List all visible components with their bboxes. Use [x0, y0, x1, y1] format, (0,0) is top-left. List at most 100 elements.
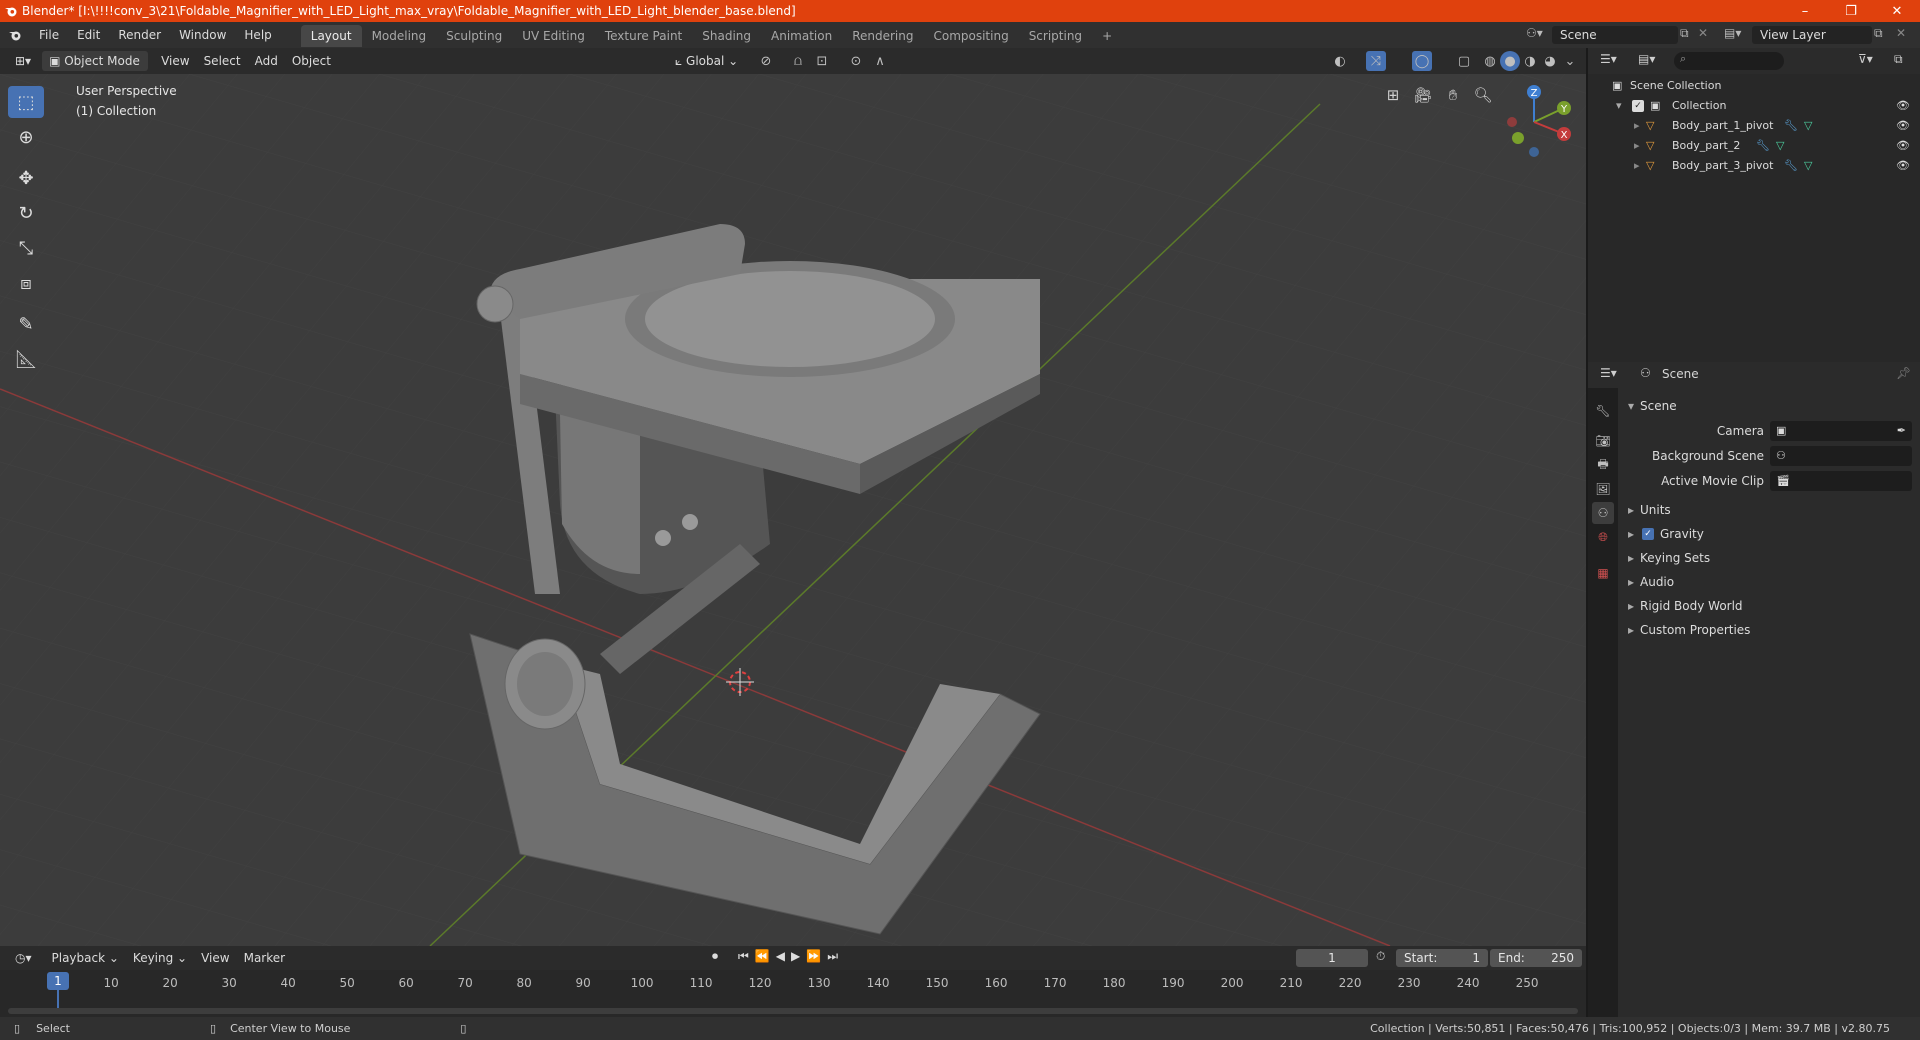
tab-scripting[interactable]: Scripting [1019, 25, 1092, 47]
jump-end-icon[interactable]: ⏭ [827, 949, 838, 964]
scale-tool-icon[interactable]: ⤡ [8, 232, 44, 264]
tab-uv-editing[interactable]: UV Editing [512, 25, 595, 47]
cursor-tool-icon[interactable]: ⊕ [8, 121, 44, 153]
maximize-button[interactable]: ❐ [1828, 0, 1874, 22]
delete-view-layer-icon[interactable]: ✕ [1896, 26, 1906, 40]
blender-menu-icon[interactable] [0, 22, 30, 48]
record-icon[interactable]: ⏺ [712, 949, 718, 964]
tab-modeling[interactable]: Modeling [362, 25, 437, 47]
outliner-row-object[interactable]: ▸ ▽ Body_part_2 🔧︎ ▽ 👁︎ [1588, 136, 1920, 156]
camera-view-icon[interactable]: 🎥︎ [1410, 82, 1436, 108]
menu-file[interactable]: File [30, 22, 68, 48]
menu-edit[interactable]: Edit [68, 22, 109, 48]
outliner[interactable]: ▣ Scene Collection ▾ ✓ ▣ Collection 👁︎ ▸… [1588, 74, 1920, 362]
close-button[interactable]: ✕ [1874, 0, 1920, 22]
snap-icon[interactable]: ⩍ [788, 51, 808, 71]
rendered-shading-icon[interactable]: ◕ [1540, 51, 1560, 71]
delete-scene-icon[interactable]: ✕ [1698, 26, 1708, 40]
menu-timeline-view[interactable]: View [194, 948, 236, 968]
gravity-checkbox[interactable]: ✓ [1642, 528, 1654, 540]
units-panel-header[interactable]: ▸ Units [1618, 500, 1920, 520]
move-tool-icon[interactable]: ✥ [8, 162, 44, 194]
start-frame-field[interactable]: Start: 1 [1396, 949, 1488, 967]
menu-playback[interactable]: Playback ⌄ [45, 948, 126, 968]
new-view-layer-icon[interactable]: ⧉ [1874, 26, 1883, 41]
current-frame-field[interactable]: 1 [1296, 949, 1368, 967]
audio-panel-header[interactable]: ▸ Audio [1618, 572, 1920, 592]
menu-render[interactable]: Render [109, 22, 170, 48]
camera-field[interactable]: ▣ ✒ [1770, 421, 1912, 441]
solid-shading-icon[interactable]: ● [1500, 51, 1520, 71]
play-reverse-icon[interactable]: ◀ [776, 949, 785, 964]
rotate-tool-icon[interactable]: ↻ [8, 197, 44, 229]
gravity-panel-header[interactable]: ▸ ✓ Gravity [1618, 524, 1920, 544]
output-tab-icon[interactable]: 🖶︎ [1592, 454, 1614, 476]
background-scene-field[interactable]: ⚇ [1770, 446, 1912, 466]
grid-view-icon[interactable]: ⊞ [1380, 82, 1406, 108]
tab-compositing[interactable]: Compositing [923, 25, 1018, 47]
expand-arrow-icon[interactable]: ▸ [1634, 156, 1640, 176]
tab-animation[interactable]: Animation [761, 25, 842, 47]
shading-options-icon[interactable]: ⌄ [1560, 51, 1580, 71]
falloff-icon[interactable]: ∧ [870, 51, 890, 71]
properties-panel[interactable]: ▾ Scene Camera ▣ ✒ Background Scene ⚇ Ac… [1618, 388, 1920, 1017]
outliner-row-collection[interactable]: ▾ ✓ ▣ Collection 👁︎ [1588, 96, 1920, 116]
collection-checkbox[interactable]: ✓ [1632, 100, 1644, 112]
active-movie-clip-field[interactable]: 🎬︎ [1770, 471, 1912, 491]
menu-object[interactable]: Object [285, 51, 338, 71]
outliner-row-object[interactable]: ▸ ▽ Body_part_1_pivot 🔧︎ ▽ 👁︎ [1588, 116, 1920, 136]
material-shading-icon[interactable]: ◑ [1520, 51, 1540, 71]
menu-marker[interactable]: Marker [237, 948, 292, 968]
pan-hand-icon[interactable]: ✋︎ [1440, 82, 1466, 108]
minimize-button[interactable]: – [1782, 0, 1828, 22]
outliner-search-field[interactable]: ⌕ [1674, 52, 1784, 70]
jump-keyframe-forward-icon[interactable]: ⏩ [806, 949, 821, 964]
keying-sets-panel-header[interactable]: ▸ Keying Sets [1618, 548, 1920, 568]
xray-icon[interactable]: ▢ [1454, 51, 1474, 71]
pin-icon[interactable]: 📌︎ [1896, 366, 1911, 380]
3d-viewport[interactable]: User Perspective (1) Collection ⬚ ⊕ ✥ ↻ … [0, 74, 1586, 946]
display-mode-icon[interactable]: ▤▾ [1638, 52, 1655, 66]
tab-texture-paint[interactable]: Texture Paint [595, 25, 692, 47]
playhead[interactable]: 1 [47, 972, 69, 990]
outliner-row-scene-collection[interactable]: ▣ Scene Collection [1588, 76, 1920, 96]
tab-layout[interactable]: Layout [300, 25, 362, 47]
select-box-tool-icon[interactable]: ⬚ [8, 86, 44, 118]
outliner-editor-icon[interactable]: ☰▾ [1600, 52, 1617, 66]
pivot-point-icon[interactable]: ⊘ [756, 51, 776, 71]
add-workspace-button[interactable]: + [1092, 25, 1122, 47]
custom-properties-panel-header[interactable]: ▸ Custom Properties [1618, 620, 1920, 640]
world-tab-icon[interactable]: 🌐︎ [1592, 526, 1614, 548]
eye-icon[interactable]: 👁︎ [1896, 116, 1910, 136]
view-layer-field[interactable]: View Layer [1752, 26, 1872, 44]
properties-editor-icon[interactable]: ☰▾ [1600, 366, 1617, 380]
outliner-row-object[interactable]: ▸ ▽ Body_part_3_pivot 🔧︎ ▽ 👁︎ [1588, 156, 1920, 176]
eye-icon[interactable]: 👁︎ [1896, 136, 1910, 156]
jump-start-icon[interactable]: ⏮ [738, 949, 749, 964]
tab-shading[interactable]: Shading [692, 25, 761, 47]
proportional-edit-icon[interactable]: ⊙ [846, 51, 866, 71]
timeline-area[interactable]: 1102030405060708090100110120130140150160… [0, 970, 1586, 1017]
timeline-editor-icon[interactable]: ◷▾ [8, 948, 39, 968]
wireframe-shading-icon[interactable]: ◍ [1480, 51, 1500, 71]
menu-view[interactable]: View [154, 51, 196, 71]
menu-help[interactable]: Help [235, 22, 280, 48]
expand-arrow-icon[interactable]: ▾ [1616, 96, 1622, 116]
expand-arrow-icon[interactable]: ▸ [1634, 136, 1640, 156]
tab-rendering[interactable]: Rendering [842, 25, 923, 47]
scene-selector-icon[interactable]: ⚇▾ [1526, 26, 1550, 44]
play-icon[interactable]: ▶ [791, 949, 800, 964]
view-layer-tab-icon[interactable]: 🖼︎ [1592, 478, 1614, 500]
new-collection-icon[interactable]: ⧉ [1894, 52, 1903, 67]
scene-tab-icon[interactable]: ⚇ [1592, 502, 1614, 524]
menu-window[interactable]: Window [170, 22, 235, 48]
tab-sculpting[interactable]: Sculpting [436, 25, 512, 47]
tool-tab-icon[interactable]: 🔧︎ [1592, 400, 1614, 422]
transform-tool-icon[interactable]: ⧈ [8, 267, 44, 299]
menu-add[interactable]: Add [248, 51, 285, 71]
navigation-gizmo[interactable]: Z Y X [1490, 78, 1580, 168]
measure-tool-icon[interactable]: 📐︎ [8, 343, 44, 375]
stopwatch-icon[interactable]: ⏱ [1376, 949, 1385, 964]
visibility-icon[interactable]: ◐ [1330, 51, 1350, 71]
render-tab-icon[interactable]: 📷︎ [1592, 430, 1614, 452]
